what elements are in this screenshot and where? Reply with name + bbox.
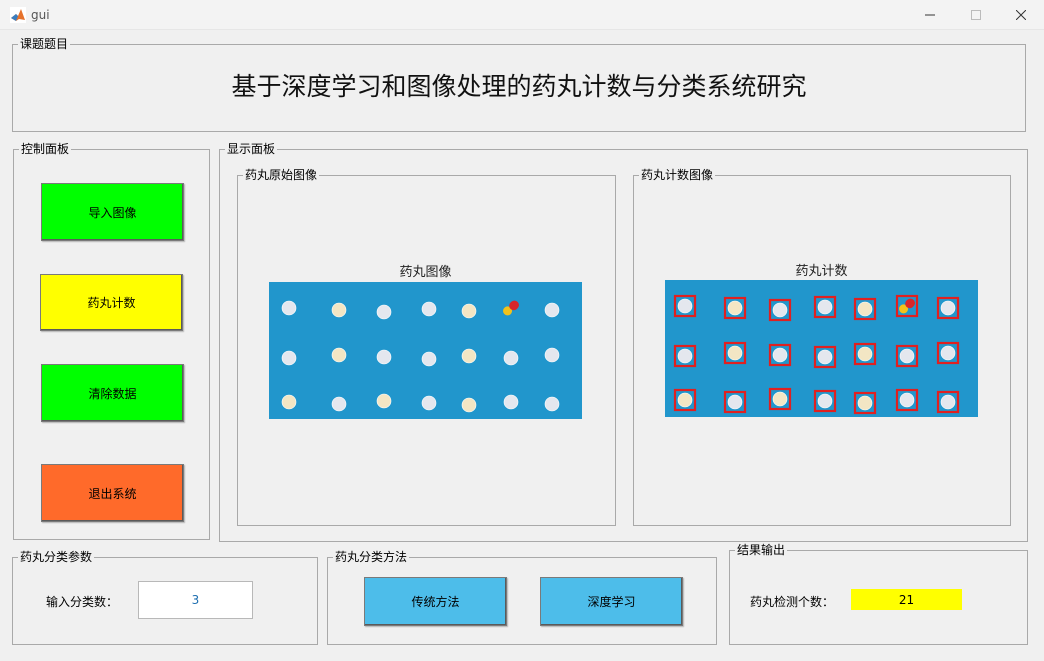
cream-tablet — [461, 397, 477, 413]
white-tablet — [817, 299, 833, 315]
white-tablet — [421, 301, 437, 317]
window-titlebar: gui — [0, 0, 1044, 30]
white-tablet — [940, 345, 956, 361]
white-tablet — [544, 396, 560, 412]
white-tablet — [376, 349, 392, 365]
cream-tablet — [772, 391, 788, 407]
method-panel-label: 药丸分类方法 — [333, 550, 410, 564]
cream-tablet — [376, 393, 392, 409]
minimize-button[interactable] — [907, 0, 953, 30]
white-tablet — [899, 348, 915, 364]
clear-data-button[interactable]: 清除数据 — [41, 364, 184, 422]
counted-image-panel-label: 药丸计数图像 — [639, 168, 716, 182]
cream-tablet — [461, 348, 477, 364]
white-tablet — [677, 298, 693, 314]
deep-learning-button[interactable]: 深度学习 — [540, 577, 683, 626]
maximize-button[interactable] — [953, 0, 999, 30]
topic-panel-label: 课题题目 — [18, 37, 71, 51]
cream-tablet — [727, 345, 743, 361]
counted-image-panel: 药丸计数图像 药丸计数 — [633, 168, 1011, 526]
cream-tablet — [331, 302, 347, 318]
cream-tablet — [677, 392, 693, 408]
close-icon — [1016, 10, 1026, 20]
white-tablet — [544, 302, 560, 318]
matlab-icon — [10, 7, 26, 23]
white-tablet — [727, 394, 743, 410]
params-panel-label: 药丸分类参数 — [18, 550, 95, 564]
window-title: gui — [31, 8, 50, 22]
white-tablet — [899, 392, 915, 408]
cream-tablet — [331, 347, 347, 363]
cream-tablet — [281, 394, 297, 410]
cream-tablet — [857, 346, 873, 362]
white-tablet — [544, 347, 560, 363]
params-panel: 药丸分类参数 输入分类数： 3 — [12, 550, 318, 645]
white-tablet — [376, 304, 392, 320]
result-panel: 结果输出 药丸检测个数： 21 — [729, 543, 1028, 645]
white-tablet — [331, 396, 347, 412]
display-panel: 显示面板 药丸原始图像 药丸图像 药丸计数图像 药丸计数 — [219, 142, 1028, 542]
cream-tablet — [461, 303, 477, 319]
close-button[interactable] — [998, 0, 1044, 30]
original-image-panel-label: 药丸原始图像 — [243, 168, 320, 182]
class-count-input[interactable]: 3 — [138, 581, 253, 619]
exit-system-button[interactable]: 退出系统 — [41, 464, 184, 522]
traditional-method-button[interactable]: 传统方法 — [364, 577, 507, 626]
cream-tablet — [857, 301, 873, 317]
cream-tablet — [727, 300, 743, 316]
control-panel: 控制面板 导入图像 药丸计数 清除数据 退出系统 — [13, 142, 210, 540]
pill-count-value: 21 — [851, 589, 962, 610]
class-count-label: 输入分类数： — [46, 595, 119, 609]
white-tablet — [940, 300, 956, 316]
topic-panel: 课题题目 基于深度学习和图像处理的药丸计数与分类系统研究 — [12, 37, 1026, 132]
import-image-button[interactable]: 导入图像 — [41, 183, 184, 241]
minimize-icon — [925, 14, 935, 16]
pill-count-label: 药丸检测个数： — [750, 595, 835, 609]
white-tablet — [281, 300, 297, 316]
count-pills-button[interactable]: 药丸计数 — [40, 274, 183, 331]
white-tablet — [503, 350, 519, 366]
white-tablet — [940, 394, 956, 410]
white-tablet — [772, 347, 788, 363]
counted-pill-image — [665, 280, 978, 417]
white-tablet — [421, 351, 437, 367]
original-axes-title: 药丸图像 — [399, 265, 452, 280]
white-tablet — [503, 394, 519, 410]
original-pill-image — [269, 282, 582, 419]
white-tablet — [421, 395, 437, 411]
original-image-panel: 药丸原始图像 药丸图像 — [237, 168, 616, 526]
control-panel-label: 控制面板 — [19, 142, 72, 156]
display-panel-label: 显示面板 — [225, 142, 278, 156]
counted-axes-title: 药丸计数 — [795, 264, 848, 279]
white-tablet — [772, 302, 788, 318]
cream-tablet — [857, 395, 873, 411]
white-tablet — [677, 348, 693, 364]
white-tablet — [817, 349, 833, 365]
result-panel-label: 结果输出 — [735, 543, 788, 557]
project-title: 基于深度学习和图像处理的药丸计数与分类系统研究 — [231, 72, 807, 101]
white-tablet — [817, 393, 833, 409]
method-panel: 药丸分类方法 传统方法 深度学习 — [327, 550, 717, 645]
white-tablet — [281, 350, 297, 366]
maximize-icon — [971, 10, 981, 20]
